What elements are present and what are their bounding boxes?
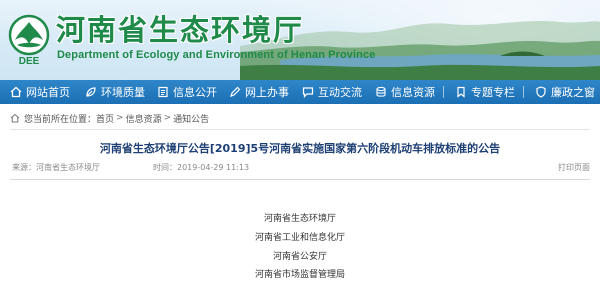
nav-item-label: 廉政之窗 <box>551 86 595 99</box>
nav-item-special-topics[interactable]: 专题专栏 <box>445 80 525 104</box>
breadcrumb-link-home[interactable]: 首页 <box>96 112 114 125</box>
nav-divider <box>443 86 444 98</box>
chat-icon <box>302 86 314 98</box>
nav-item-online-service[interactable]: 网上办事 <box>219 80 292 104</box>
pen-icon <box>229 86 241 98</box>
nav-item-label: 专题专栏 <box>471 86 515 99</box>
bookmark-icon <box>455 86 467 98</box>
shield-icon <box>535 86 547 98</box>
nav-item-label: 环境质量 <box>101 86 145 99</box>
article-body-line: 河南省公安厅 <box>272 252 327 262</box>
article-body-line: 河南省生态环境厅 <box>263 214 336 224</box>
article-time: 时间：2019-04-29 11:13 <box>153 163 250 172</box>
breadcrumb-prefix: 您当前所在位置： <box>24 114 97 125</box>
nav-item-interaction[interactable]: 互动交流 <box>292 80 365 104</box>
breadcrumb-link-notices[interactable]: 通知公告 <box>173 112 209 125</box>
article-body-line: 河南省市场监督管理局 <box>254 270 345 280</box>
nav-item-environment-quality[interactable]: 环境质量 <box>75 80 147 104</box>
page: DEE 河南省生态环境厅 Department of Ecology and E… <box>0 0 600 283</box>
article-title: 河南省生态环境厅公告[2019]5号河南省实施国家第六阶段机动车排放标准的公告 <box>99 142 501 155</box>
logo-text: DEE <box>19 56 40 66</box>
home-icon <box>10 86 22 98</box>
nav-divider <box>523 86 524 98</box>
breadcrumb-link-info-resources[interactable]: 信息资源 <box>126 112 162 125</box>
breadcrumb-divider <box>10 129 590 130</box>
article-divider <box>10 179 590 180</box>
nav-item-label: 网上办事 <box>245 86 289 99</box>
breadcrumb-separator: > <box>116 113 124 123</box>
article-source: 来源：河南省生态环境厅 <box>12 163 100 172</box>
nav-item-label: 互动交流 <box>318 86 362 99</box>
nav-item-info-disclosure[interactable]: 信息公开 <box>147 80 219 104</box>
nav-item-home[interactable]: 网站首页 <box>0 80 75 104</box>
print-page-button[interactable]: 打印页面 <box>558 162 590 173</box>
site-title: 河南省生态环境厅 <box>56 13 305 47</box>
article-meta: 来源：河南省生态环境厅 时间：2019-04-29 11:13 打印页面 <box>10 162 590 175</box>
leaf-icon <box>85 86 97 98</box>
nav-item-label: 信息资源 <box>391 86 435 99</box>
site-subtitle: Department of Ecology and Environment of… <box>57 49 376 61</box>
location-icon <box>10 113 20 123</box>
header-banner: DEE 河南省生态环境厅 Department of Ecology and E… <box>0 0 600 80</box>
document-icon <box>157 86 169 98</box>
nav-item-label: 网站首页 <box>26 86 70 99</box>
nav-item-info-resources[interactable]: 信息资源 <box>365 80 445 104</box>
nav-item-label: 信息公开 <box>173 86 217 99</box>
article-body-line: 河南省工业和信息化厅 <box>254 233 345 243</box>
main-nav: 网站首页 环境质量 信息公开 网上办事 互动交流 信息资源 专题专栏 廉政之窗 <box>0 80 600 104</box>
logo-emblem: DEE <box>8 14 50 66</box>
nav-item-integrity-window[interactable]: 廉政之窗 <box>525 80 600 104</box>
breadcrumb-separator: > <box>163 113 172 123</box>
database-icon <box>375 86 387 98</box>
breadcrumb: 您当前所在位置： 首页 > 信息资源 > 通知公告 <box>10 111 590 125</box>
